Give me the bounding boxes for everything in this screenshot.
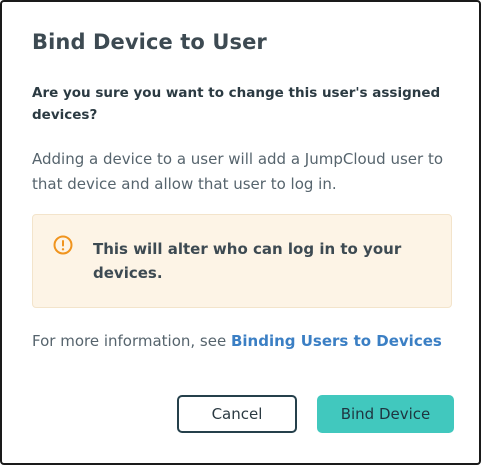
dialog-title: Bind Device to User <box>32 30 267 54</box>
bind-device-button[interactable]: Bind Device <box>317 395 454 433</box>
binding-users-link[interactable]: Binding Users to Devices <box>231 332 442 350</box>
warning-circle-icon <box>53 235 73 255</box>
dialog-description: Adding a device to a user will add a Jum… <box>32 150 443 193</box>
warning-text: This will alter who can log in to your d… <box>93 240 402 282</box>
more-info-prefix: For more information, see <box>32 332 231 350</box>
bind-device-dialog: Bind Device to User Are you sure you wan… <box>0 0 481 465</box>
more-info-text: For more information, see Binding Users … <box>32 332 442 350</box>
cancel-button[interactable]: Cancel <box>177 395 297 433</box>
warning-banner: This will alter who can log in to your d… <box>32 214 452 308</box>
confirmation-question: Are you sure you want to change this use… <box>32 85 441 123</box>
